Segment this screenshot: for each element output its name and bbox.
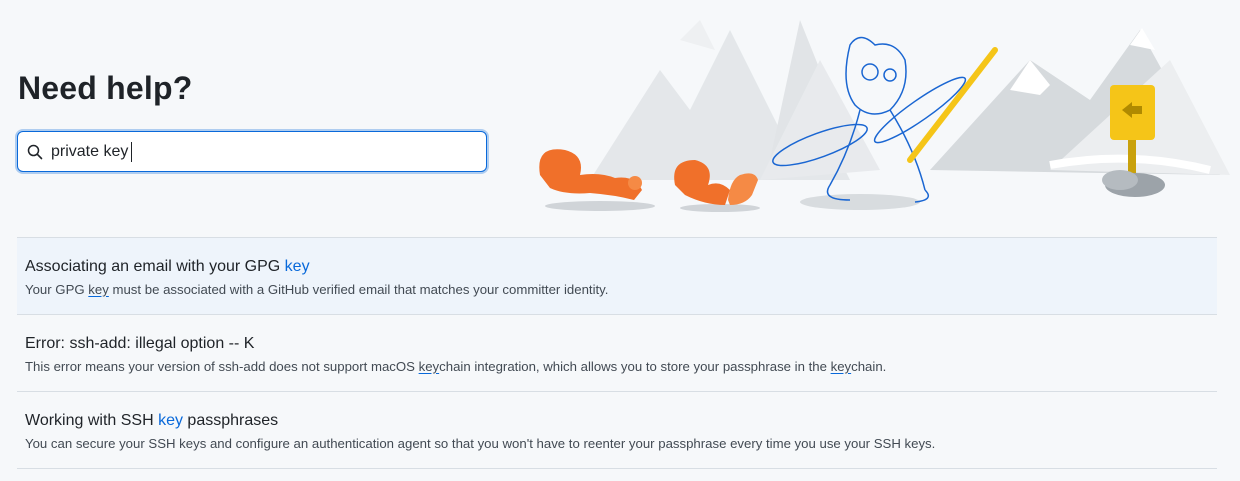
result-title-text: passphrases (182, 412, 279, 429)
result-desc-text: Your GPG (25, 282, 89, 297)
result-title-text: Working with SSH (25, 412, 159, 429)
search-box[interactable] (17, 131, 487, 172)
result-title[interactable]: Working with SSH key passphrases (25, 412, 1217, 430)
result-desc-highlight: key (88, 282, 109, 297)
text-caret (131, 142, 132, 162)
result-description: This error means your version of ssh-add… (25, 359, 1217, 375)
result-desc-text: must be associated with a GitHub verifie… (108, 282, 609, 297)
result-desc-text: chain integration, which allows you to s… (439, 359, 831, 374)
result-desc-highlight: key (418, 359, 440, 374)
result-title-text: Associating an email with your GPG (25, 258, 285, 275)
hero-section: Need help? (0, 0, 1240, 237)
page-title: Need help? (18, 70, 193, 106)
result-desc-highlight: key (830, 359, 852, 374)
search-input[interactable] (51, 142, 471, 161)
result-title[interactable]: Associating an email with your GPG key (25, 258, 1217, 276)
result-item[interactable]: Error: ssh-add: illegal option -- K This… (17, 315, 1217, 392)
search-results-list: Associating an email with your GPG key Y… (17, 237, 1217, 469)
result-desc-text: This error means your version of ssh-add… (25, 359, 419, 374)
result-description: Your GPG key must be associated with a G… (25, 282, 1217, 298)
result-desc-text: chain. (851, 359, 887, 374)
hero-illustration (539, 20, 1230, 212)
result-item[interactable]: Working with SSH key passphrases You can… (17, 392, 1217, 469)
result-title-highlight: key (158, 412, 183, 429)
result-title-highlight: key (284, 258, 310, 275)
search-icon (27, 144, 43, 160)
result-description: You can secure your SSH keys and configu… (25, 436, 936, 451)
result-item[interactable]: Associating an email with your GPG key Y… (17, 238, 1217, 315)
result-title[interactable]: Error: ssh-add: illegal option -- K (25, 335, 1217, 353)
